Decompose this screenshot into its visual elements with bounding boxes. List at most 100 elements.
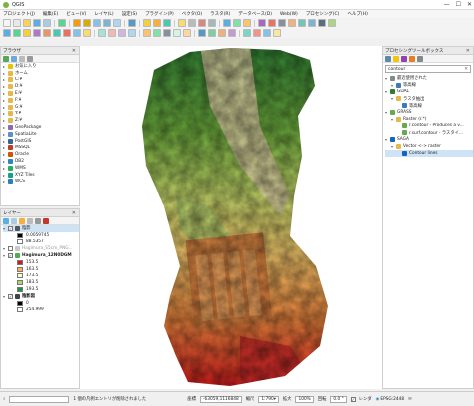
select-icon[interactable]	[153, 19, 161, 27]
expand-all-icon[interactable]	[35, 218, 41, 224]
menu-item[interactable]: プロセシング(C)	[306, 11, 340, 17]
annotation-icon[interactable]	[243, 19, 251, 27]
results-icon[interactable]	[409, 56, 415, 62]
add-spatialite-icon[interactable]	[33, 29, 41, 37]
zoom-full-icon[interactable]	[93, 19, 101, 27]
clear-search-icon[interactable]: ✕	[464, 67, 468, 72]
close-button[interactable]: ✕	[467, 1, 472, 8]
search-locator-icon[interactable]: ⌕	[3, 397, 5, 402]
magnifier-field[interactable]: 100%	[295, 395, 314, 403]
processing-item[interactable]: ▾ GDAL	[385, 89, 473, 96]
help-icon[interactable]	[268, 19, 276, 27]
scale-field[interactable]: 1:790 ▾	[258, 395, 279, 403]
toolbox-icon[interactable]	[208, 19, 216, 27]
processing-item[interactable]: r.surf.contour - ラスタイ...	[385, 129, 473, 136]
browser-item[interactable]: ▸ C:¥	[3, 77, 79, 84]
layer-item[interactable]: ▾ ✓ 陰影	[3, 225, 79, 232]
layers-close-icon[interactable]: ✕	[72, 210, 76, 216]
add-wms-icon[interactable]	[53, 29, 61, 37]
add-postgis-icon[interactable]	[43, 29, 51, 37]
zoom-layer-icon[interactable]	[103, 19, 111, 27]
node-tool-icon[interactable]	[143, 29, 151, 37]
open-project-icon[interactable]	[13, 19, 21, 27]
refresh-icon[interactable]	[128, 19, 136, 27]
field-calc-icon[interactable]	[198, 19, 206, 27]
attribute-table-icon[interactable]	[188, 19, 196, 27]
filter-icon[interactable]	[19, 56, 25, 62]
history-icon[interactable]	[401, 56, 407, 62]
layer-visibility-checkbox[interactable]: ✓	[8, 293, 13, 299]
menu-item[interactable]: 編集(E)	[43, 11, 58, 17]
browser-item[interactable]: ▸ Y:¥	[3, 111, 79, 118]
processing-item[interactable]: ▾ Raster (r.*)	[385, 116, 473, 123]
layer-visibility-checkbox[interactable]: ✓	[8, 253, 13, 259]
filter-legend-icon[interactable]	[27, 218, 33, 224]
browser-item[interactable]: ▸ WMS	[3, 165, 79, 172]
new-scratch-icon[interactable]	[108, 29, 116, 37]
zoom-in-icon[interactable]	[73, 19, 81, 27]
crs-globe-icon[interactable]: ◉	[376, 397, 380, 402]
digitize-icon[interactable]	[118, 29, 126, 37]
map-canvas[interactable]	[80, 46, 382, 389]
browser-close-icon[interactable]: ✕	[72, 48, 76, 54]
browser-item[interactable]: ▸ ホーム	[3, 70, 79, 77]
deselect-icon[interactable]	[163, 19, 171, 27]
new-project-icon[interactable]	[3, 19, 11, 27]
menu-item[interactable]: ベクタ(O)	[182, 11, 202, 17]
layer-item[interactable]: ▾ ✓ 陰影図	[3, 293, 79, 300]
browser-item[interactable]: ▸ PostGIS	[3, 138, 79, 145]
processing-item[interactable]: ▾ Vector <-> raster	[385, 143, 473, 150]
browser-item[interactable]: ▸ Z:¥	[3, 117, 79, 124]
menu-item[interactable]: 設定(S)	[122, 11, 137, 17]
processing-item[interactable]: ▾ ラスタ抽出	[385, 95, 473, 102]
browser-item[interactable]: ▸ お気に入り	[3, 63, 79, 70]
menu-item[interactable]: ラスタ(R)	[210, 11, 230, 17]
map-tips-icon[interactable]	[233, 19, 241, 27]
move-feature-icon[interactable]	[163, 29, 171, 37]
browser-item[interactable]: ▸ XYZ Tiles	[3, 172, 79, 179]
minimize-button[interactable]: —	[444, 1, 450, 8]
browser-item[interactable]: ▸ MSSQL	[3, 145, 79, 152]
zoom-out-icon[interactable]	[83, 19, 91, 27]
db-manager-icon[interactable]	[273, 29, 281, 37]
layout-manager-icon[interactable]	[43, 19, 51, 27]
browser-item[interactable]: ▸ E:¥	[3, 90, 79, 97]
manage-visibility-icon[interactable]	[19, 218, 25, 224]
georef-icon[interactable]	[243, 29, 251, 37]
show-label-icon[interactable]	[218, 29, 226, 37]
add-xyz-icon[interactable]	[83, 29, 91, 37]
plugin-b-icon[interactable]	[288, 19, 296, 27]
browser-item[interactable]: ▸ F:¥	[3, 97, 79, 104]
menu-item[interactable]: プロジェクト(J)	[3, 11, 35, 17]
gps-icon[interactable]	[253, 29, 261, 37]
menu-item[interactable]: プラグイン(P)	[145, 11, 174, 17]
grass-tools-icon[interactable]	[263, 29, 271, 37]
menu-item[interactable]: ビュー(V)	[66, 11, 86, 17]
processing-item[interactable]: r.contour - Produces a v...	[385, 123, 473, 130]
coordinate-field[interactable]: -63059,1116848	[200, 395, 242, 403]
menu-item[interactable]: ヘルプ(H)	[347, 11, 367, 17]
locator-input[interactable]	[9, 395, 70, 403]
maximize-button[interactable]: ☐	[456, 1, 461, 8]
edit-icon[interactable]	[128, 29, 136, 37]
refresh-icon[interactable]	[11, 56, 17, 62]
add-delimited-icon[interactable]	[23, 29, 31, 37]
options-icon[interactable]	[417, 56, 423, 62]
delete-feature-icon[interactable]	[173, 29, 181, 37]
layer-visibility-checkbox[interactable]	[8, 246, 13, 252]
plugin-a-icon[interactable]	[278, 19, 286, 27]
processing-item[interactable]: ▾ SAGA	[385, 136, 473, 143]
browser-item[interactable]: ▸ D:¥	[3, 83, 79, 90]
add-selected-icon[interactable]	[3, 56, 9, 62]
browser-item[interactable]: ▸ GeoPackage	[3, 124, 79, 131]
add-feature-icon[interactable]	[153, 29, 161, 37]
processing-item[interactable]: ▾ 等高線	[385, 82, 473, 89]
plugin-d-icon[interactable]	[308, 19, 316, 27]
messages-icon[interactable]: ✉	[408, 397, 412, 402]
processing-item[interactable]: 等高線	[385, 102, 473, 109]
layer-item[interactable]: ▾ Hagimura_S5cm_PNG...	[3, 245, 79, 252]
remove-layer-icon[interactable]	[43, 218, 49, 224]
processing-item[interactable]: ▾ 最近使用された	[385, 75, 473, 82]
label-icon[interactable]	[198, 29, 206, 37]
measure-icon[interactable]	[178, 19, 186, 27]
